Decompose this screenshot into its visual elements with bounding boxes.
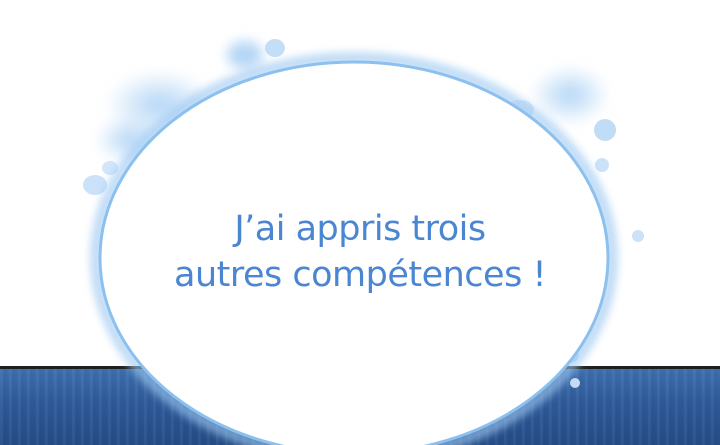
speech-line-2: autres compétences ! [174, 255, 546, 295]
speech-line-1: J’ai appris trois [234, 209, 486, 249]
comic-panel: J’ai appris trois autres compétences ! [0, 0, 720, 445]
speech-text: J’ai appris trois autres compétences ! [110, 206, 610, 298]
